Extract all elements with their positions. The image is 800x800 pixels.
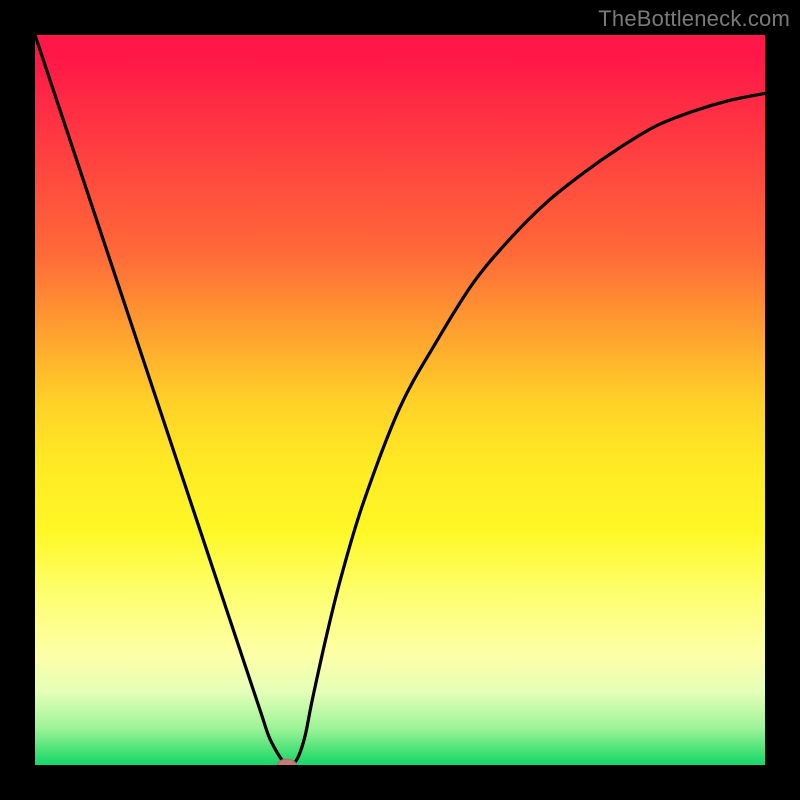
bottleneck-curve [35,35,765,765]
curve-path [35,35,765,765]
plot-area [35,35,765,765]
chart-svg [35,35,765,765]
watermark-label: TheBottleneck.com [598,6,790,32]
chart-frame: TheBottleneck.com [0,0,800,800]
